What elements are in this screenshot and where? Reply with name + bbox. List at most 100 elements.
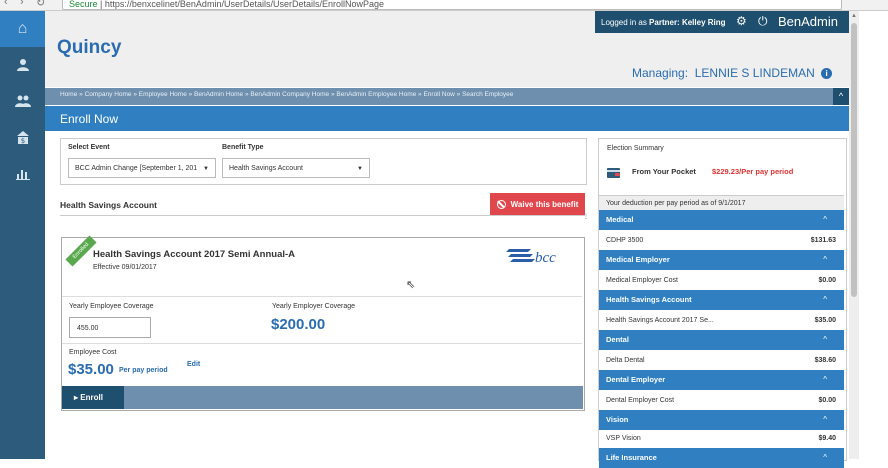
section-label: Dental bbox=[606, 335, 629, 344]
benefit-type-label: Benefit Type bbox=[222, 144, 264, 151]
enroll-button[interactable]: ▸ Enroll bbox=[62, 386, 124, 409]
chevron-up-icon: ^ bbox=[838, 91, 844, 101]
sidebar: ⌂ $ bbox=[0, 11, 45, 459]
scrollbar[interactable]: ▲ bbox=[849, 11, 859, 459]
section-label: Health Savings Account bbox=[606, 295, 692, 304]
chevron-up-icon[interactable]: ^ bbox=[823, 250, 827, 270]
breadcrumb[interactable]: Home » Company Home » Employee Home » Be… bbox=[60, 91, 513, 98]
summary-row: Delta Dental $38.60 bbox=[599, 352, 844, 370]
waive-benefit-label: Waive this benefit bbox=[510, 199, 579, 209]
sidebar-item-reports[interactable] bbox=[0, 155, 45, 191]
chevron-up-icon[interactable]: ^ bbox=[823, 290, 827, 310]
card-divider bbox=[62, 296, 582, 297]
dropdown-arrow-icon: ▼ bbox=[357, 166, 363, 172]
yearly-employer-value: $200.00 bbox=[271, 316, 326, 333]
svg-text:$: $ bbox=[20, 137, 24, 145]
scroll-up-icon[interactable]: ▲ bbox=[849, 11, 859, 21]
logged-in-user: Partner: Kelley Ring bbox=[649, 17, 726, 27]
page-title: Enroll Now bbox=[60, 112, 119, 126]
chevron-up-icon[interactable]: ^ bbox=[823, 210, 827, 230]
summary-section-hsa[interactable]: Health Savings Account ^ bbox=[599, 290, 844, 310]
chevron-up-icon[interactable]: ^ bbox=[823, 330, 827, 350]
select-event-label: Select Event bbox=[68, 144, 110, 151]
pocket-label: From Your Pocket bbox=[632, 167, 696, 176]
benefit-type-dropdown[interactable]: Health Savings Account ▼ bbox=[222, 158, 370, 178]
summary-row: Dental Employer Cost $0.00 bbox=[599, 392, 844, 410]
summary-section-life-insurance[interactable]: Life Insurance ^ bbox=[599, 448, 844, 468]
row-amount: $131.63 bbox=[810, 237, 836, 244]
chevron-up-icon[interactable]: ^ bbox=[823, 410, 827, 430]
section-label: Medical Employer bbox=[606, 255, 670, 264]
forward-icon[interactable]: › bbox=[20, 0, 24, 8]
row-label: VSP Vision bbox=[606, 435, 641, 442]
logged-in-text: Logged in as Partner: Kelley Ring bbox=[595, 18, 726, 27]
row-amount: $38.60 bbox=[814, 357, 836, 364]
info-icon[interactable]: i bbox=[821, 68, 833, 79]
summary-section-dental-employer[interactable]: Dental Employer ^ bbox=[599, 370, 844, 390]
card-divider bbox=[62, 343, 582, 344]
page-title-bar: Enroll Now bbox=[45, 106, 849, 131]
scrollbar-thumb[interactable] bbox=[851, 23, 857, 297]
election-summary-title: Election Summary bbox=[607, 145, 664, 152]
summary-section-medical[interactable]: Medical ^ bbox=[599, 210, 844, 230]
select-event-value: BCC Admin Change [September 1, 201 bbox=[75, 165, 198, 172]
row-label: Health Savings Account 2017 Se... bbox=[606, 317, 714, 324]
plan-name: Health Savings Account 2017 Semi Annual-… bbox=[93, 249, 296, 260]
dropdown-arrow-icon: ▼ bbox=[203, 166, 209, 172]
sidebar-item-user[interactable] bbox=[0, 47, 45, 83]
back-icon[interactable]: ‹ bbox=[4, 0, 8, 8]
browser-bar: ‹ › ↻ Secure | https://benxcelinet/BenAd… bbox=[0, 0, 888, 11]
summary-section-vision[interactable]: Vision ^ bbox=[599, 410, 844, 430]
yearly-employee-label: Yearly Employee Coverage bbox=[69, 303, 154, 310]
chevron-up-icon[interactable]: ^ bbox=[823, 370, 827, 390]
waive-benefit-button[interactable]: Waive this benefit bbox=[490, 193, 585, 215]
sidebar-item-money[interactable]: $ bbox=[0, 119, 45, 155]
chart-icon bbox=[15, 170, 30, 180]
sidebar-item-users[interactable] bbox=[0, 83, 45, 119]
row-label: Dental Employer Cost bbox=[606, 397, 675, 404]
users-icon bbox=[14, 95, 31, 107]
row-amount: $0.00 bbox=[818, 277, 836, 284]
managed-employee-name: LENNIE S LINDEMAN bbox=[694, 66, 815, 80]
edit-link[interactable]: Edit bbox=[187, 361, 200, 368]
collapse-button[interactable]: ^ bbox=[833, 88, 849, 105]
row-label: Medical Employer Cost bbox=[606, 277, 678, 284]
row-label: Delta Dental bbox=[606, 357, 645, 364]
employee-cost-label: Employee Cost bbox=[69, 349, 117, 356]
managing-info: Managing: LENNIE S LINDEMAN i bbox=[632, 66, 833, 80]
gear-icon[interactable]: ⚙ bbox=[736, 14, 747, 28]
url-text: https://benxcelinet/BenAdmin/UserDetails… bbox=[104, 0, 385, 9]
summary-row: CDHP 3500 $131.63 bbox=[599, 232, 844, 250]
chevron-up-icon[interactable]: ^ bbox=[823, 448, 827, 468]
benefit-type-value: Health Savings Account bbox=[229, 165, 303, 172]
plan-effective-date: Effective 09/01/2017 bbox=[93, 264, 157, 271]
security-label: Secure bbox=[69, 0, 98, 9]
summary-section-medical-employer[interactable]: Medical Employer ^ bbox=[599, 250, 844, 270]
user-icon bbox=[16, 59, 29, 71]
deduction-note: Your deduction per pay period as of 9/1/… bbox=[599, 195, 844, 210]
sidebar-item-home[interactable]: ⌂ bbox=[0, 11, 45, 47]
section-label: Life Insurance bbox=[606, 453, 657, 462]
logged-in-prefix: Logged in as bbox=[601, 17, 650, 27]
reload-icon[interactable]: ↻ bbox=[36, 0, 45, 9]
section-title: Health Savings Account bbox=[60, 200, 157, 210]
yearly-employer-label: Yearly Employer Coverage bbox=[272, 303, 356, 310]
managing-label: Managing: bbox=[632, 66, 689, 80]
row-amount: $0.00 bbox=[818, 397, 836, 404]
carrier-logo-text: bcc bbox=[535, 250, 556, 266]
company-name: Quincy bbox=[57, 37, 122, 58]
row-amount: $35.00 bbox=[814, 317, 836, 324]
address-bar[interactable]: Secure | https://benxcelinet/BenAdmin/Us… bbox=[62, 0, 842, 10]
pocket-value: $229.23/Per pay period bbox=[712, 167, 794, 176]
home-icon: ⌂ bbox=[17, 20, 28, 37]
summary-section-dental[interactable]: Dental ^ bbox=[599, 330, 844, 350]
section-divider bbox=[60, 215, 585, 216]
power-icon[interactable]: ⏻ bbox=[758, 14, 768, 29]
carrier-logo: bcc bbox=[506, 249, 556, 266]
enroll-bar bbox=[62, 386, 583, 409]
select-event-dropdown[interactable]: BCC Admin Change [September 1, 201 ▼ bbox=[68, 158, 216, 178]
section-label: Vision bbox=[606, 415, 629, 424]
money-icon: $ bbox=[16, 131, 29, 145]
yearly-employee-input[interactable]: 455.00 bbox=[69, 317, 151, 338]
summary-row: VSP Vision $9.40 bbox=[599, 430, 844, 448]
